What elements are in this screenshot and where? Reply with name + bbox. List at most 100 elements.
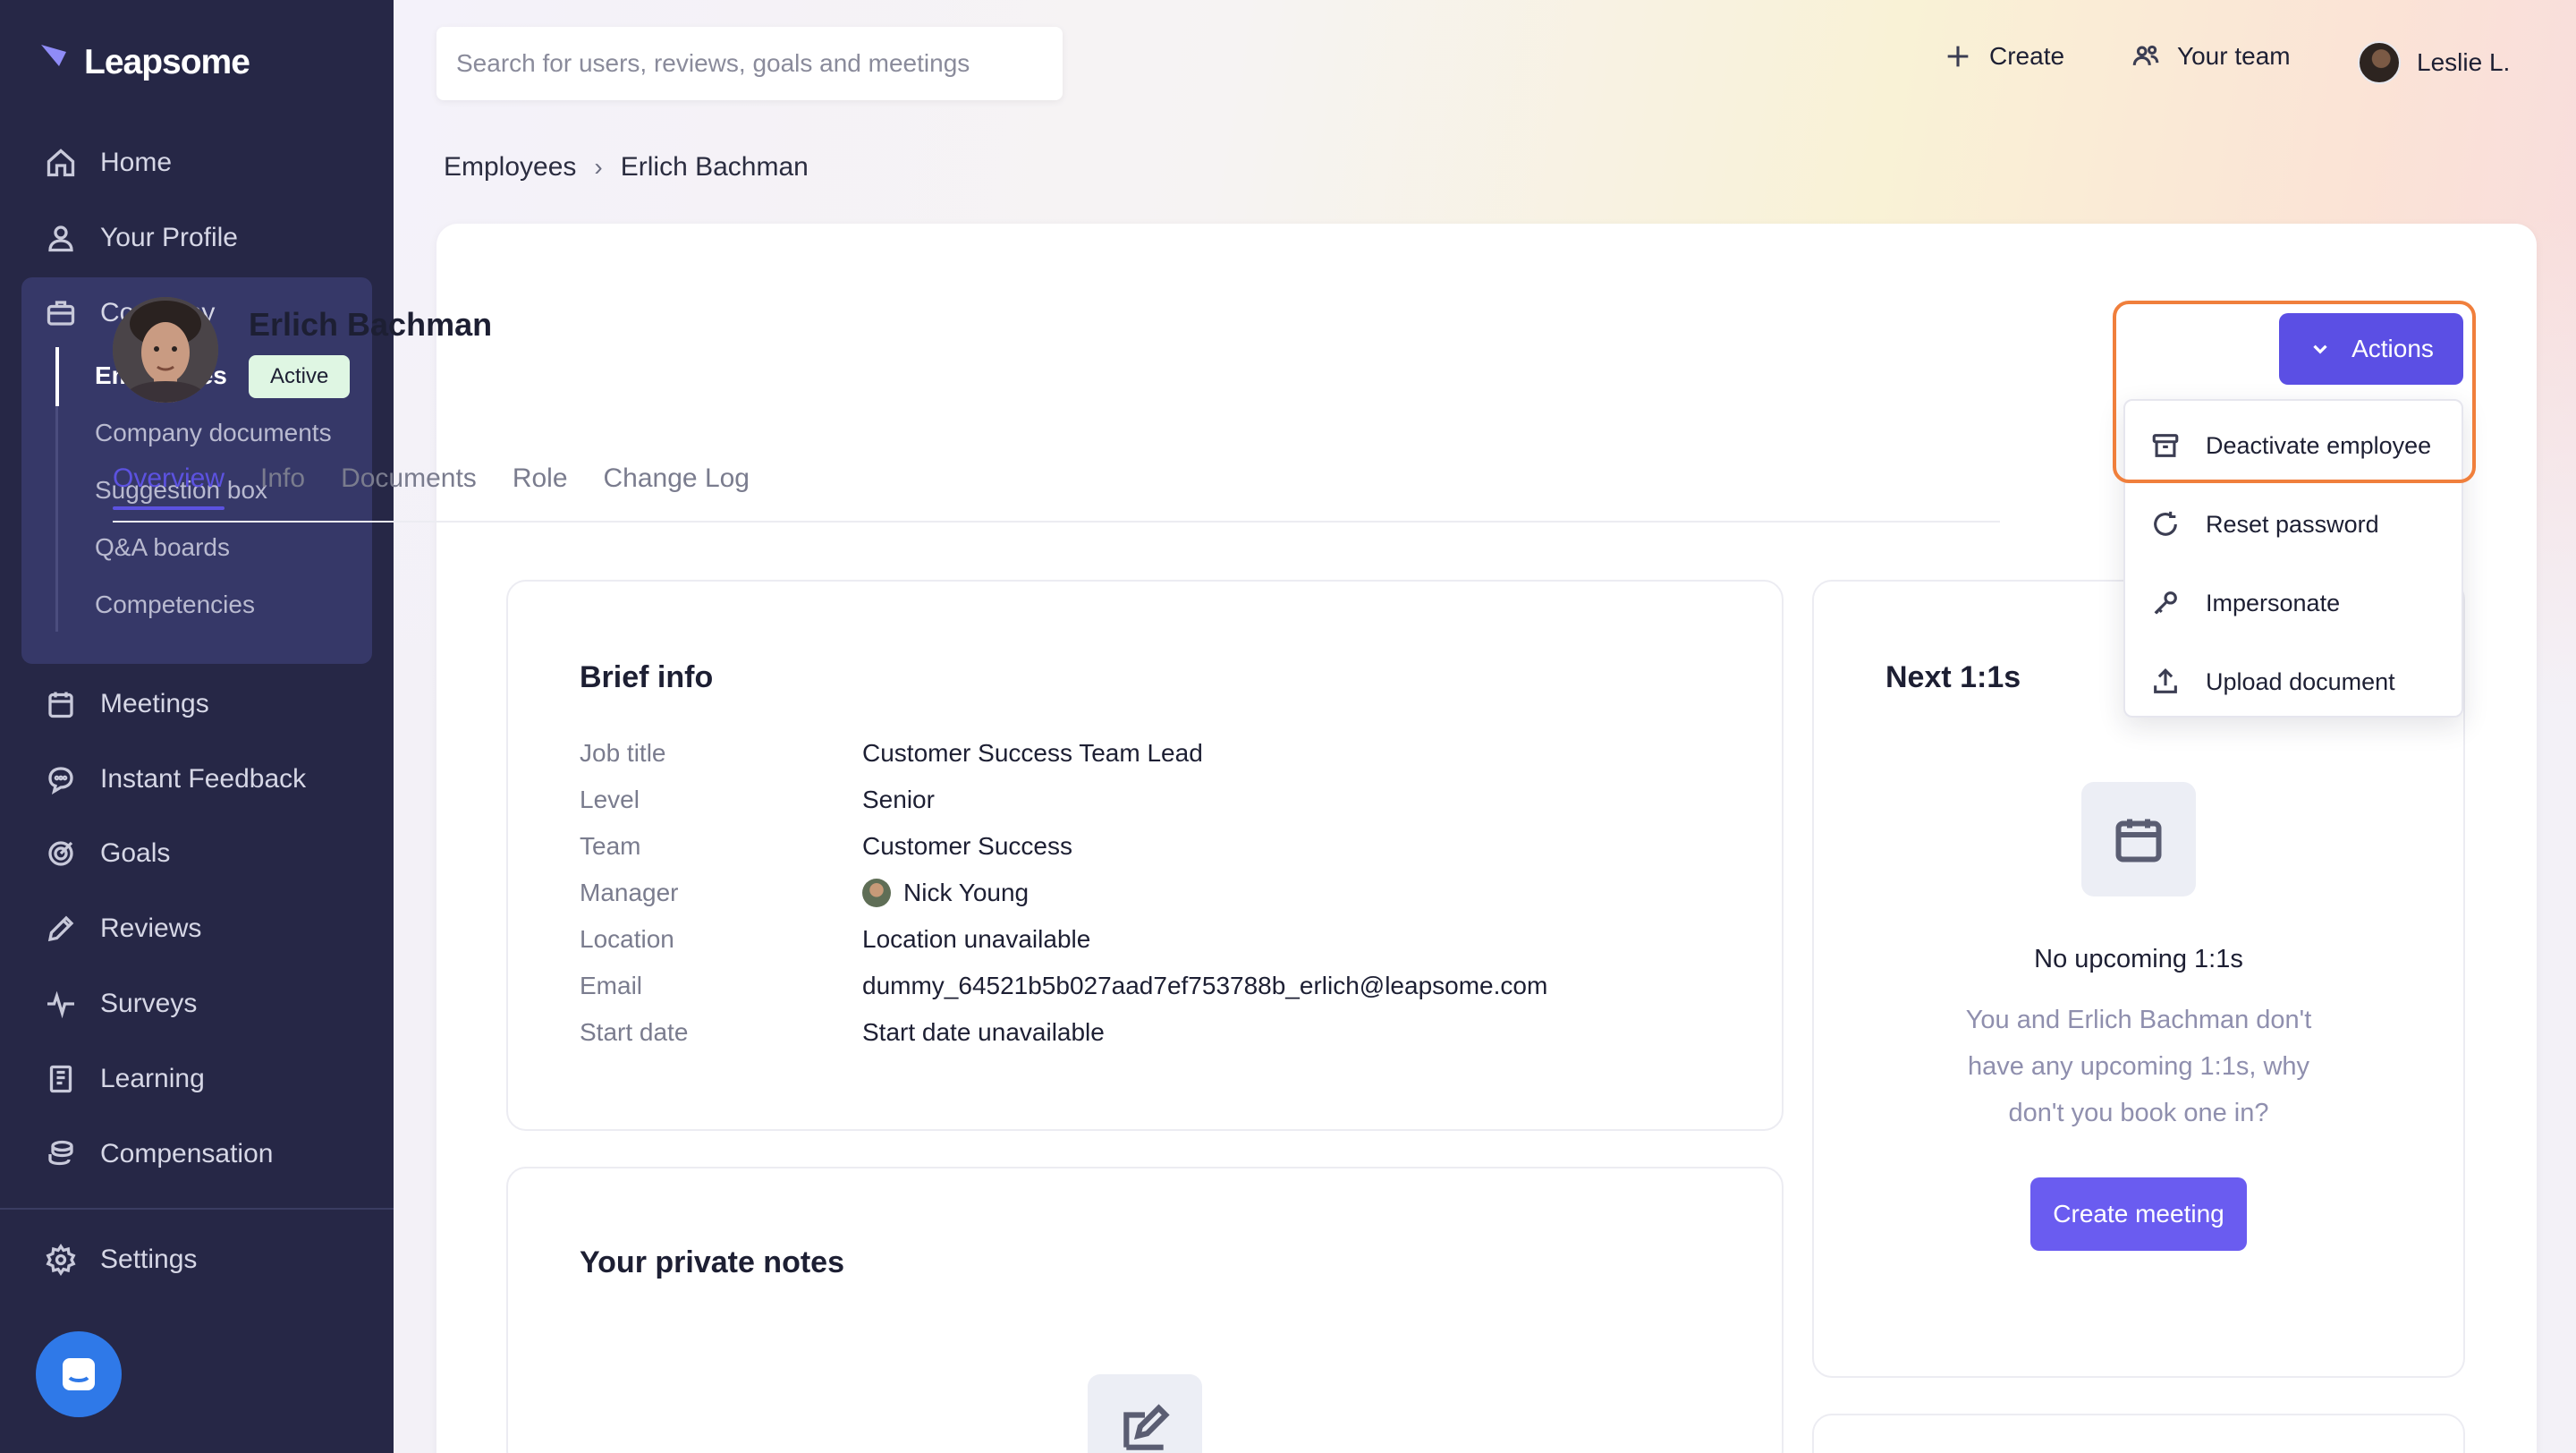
sidebar-item-settings[interactable]: Settings bbox=[45, 1237, 197, 1282]
brief-info-panel: Brief info Job title Customer Success Te… bbox=[506, 580, 1784, 1131]
sidebar-item-meetings[interactable]: Meetings bbox=[45, 682, 209, 726]
sidebar-item-profile[interactable]: Your Profile bbox=[45, 216, 238, 260]
pulse-icon bbox=[47, 990, 74, 1019]
breadcrumb-employees-link[interactable]: Employees bbox=[444, 152, 576, 183]
submenu-active-indicator bbox=[55, 347, 59, 406]
profile-photo bbox=[113, 297, 218, 403]
private-notes-title: Your private notes bbox=[580, 1245, 844, 1279]
sidebar-item-reviews[interactable]: Reviews bbox=[45, 906, 201, 951]
notes-edit-button[interactable] bbox=[1088, 1374, 1202, 1453]
empty-state-line: have any upcoming 1:1s, why bbox=[1967, 1052, 2310, 1081]
empty-state-line: You and Erlich Bachman don't bbox=[1965, 1006, 2312, 1034]
sidebar-item-learning[interactable]: Learning bbox=[45, 1057, 205, 1101]
empty-state-text: You and Erlich Bachman don't have any up… bbox=[1814, 997, 2463, 1136]
create-label: Create bbox=[1989, 42, 2065, 70]
app-name: Leapsome bbox=[84, 43, 250, 81]
info-row-manager: Manager Nick Young bbox=[580, 879, 1029, 907]
user-icon bbox=[48, 225, 73, 252]
search-input[interactable] bbox=[456, 49, 1043, 78]
sidebar-item-goals[interactable]: Goals bbox=[45, 831, 170, 876]
sidebar-item-instant-feedback[interactable]: Instant Feedback bbox=[45, 757, 306, 802]
status-badge: Active bbox=[249, 355, 351, 398]
empty-state-title: No upcoming 1:1s bbox=[2034, 945, 2243, 973]
secondary-panel bbox=[1812, 1414, 2465, 1453]
empty-state-line: don't you book one in? bbox=[2008, 1099, 2269, 1127]
sidebar-item-label: Compensation bbox=[100, 1139, 274, 1168]
next-one-on-ones-title: Next 1:1s bbox=[1885, 660, 2021, 694]
tabs-divider bbox=[113, 521, 2000, 523]
tab-documents[interactable]: Documents bbox=[341, 463, 477, 510]
sidebar-item-label: Home bbox=[100, 148, 173, 177]
your-team-button[interactable]: Your team bbox=[2131, 41, 2291, 72]
info-value: dummy_64521b5b027aad7ef753788b_erlich@le… bbox=[862, 972, 1548, 999]
empty-state-illustration bbox=[2081, 782, 2196, 896]
info-value: Senior bbox=[862, 786, 935, 813]
menu-item-upload-document[interactable]: Upload document bbox=[2125, 642, 2462, 721]
sidebar-item-label: Meetings bbox=[100, 689, 209, 718]
user-name: Leslie L. bbox=[2417, 48, 2511, 76]
gear-icon bbox=[46, 1244, 76, 1276]
refresh-icon bbox=[2154, 511, 2177, 536]
info-label: Start date bbox=[580, 1018, 689, 1046]
info-value: Start date unavailable bbox=[862, 1018, 1105, 1046]
info-label: Team bbox=[580, 832, 641, 860]
sidebar-item-label: Reviews bbox=[100, 913, 202, 943]
menu-item-label: Impersonate bbox=[2206, 589, 2341, 616]
coins-icon bbox=[48, 1140, 73, 1166]
tab-change-log[interactable]: Change Log bbox=[604, 463, 750, 510]
tab-role[interactable]: Role bbox=[513, 463, 568, 510]
info-value: Customer Success Team Lead bbox=[862, 739, 1203, 767]
info-value: Location unavailable bbox=[862, 925, 1091, 953]
info-row-job-title: Job title Customer Success Team Lead bbox=[580, 739, 1203, 768]
breadcrumb-current: Erlich Bachman bbox=[620, 152, 809, 182]
sidebar-item-label: Learning bbox=[100, 1064, 205, 1093]
brief-info-title: Brief info bbox=[580, 660, 714, 694]
chevron-right-icon: › bbox=[594, 153, 603, 181]
avatar bbox=[2358, 41, 2401, 84]
your-team-label: Your team bbox=[2177, 42, 2291, 70]
leapsome-logo-icon bbox=[41, 45, 66, 81]
key-icon bbox=[2154, 591, 2177, 615]
employee-name: Erlich Bachman bbox=[249, 306, 493, 343]
sidebar-item-surveys[interactable]: Surveys bbox=[45, 981, 197, 1026]
team-icon bbox=[2132, 45, 2159, 66]
briefcase-icon bbox=[47, 301, 75, 326]
create-button[interactable]: Create bbox=[1943, 41, 2064, 72]
profile-tabs: Overview Info Documents Role Change Log bbox=[113, 463, 750, 510]
sidebar-subitem-qa-boards[interactable]: Q&A boards bbox=[95, 533, 230, 562]
create-meeting-button[interactable]: Create meeting bbox=[2030, 1177, 2247, 1251]
user-menu[interactable]: Leslie L. bbox=[2358, 41, 2510, 84]
sidebar-item-label: Instant Feedback bbox=[100, 764, 307, 794]
tab-info[interactable]: Info bbox=[260, 463, 305, 510]
home-icon bbox=[47, 149, 75, 177]
menu-item-label: Upload document bbox=[2206, 667, 2395, 695]
edit-icon bbox=[1123, 1404, 1170, 1450]
info-row-level: Level Senior bbox=[580, 786, 935, 814]
global-search[interactable] bbox=[436, 27, 1063, 100]
sidebar-item-label: Goals bbox=[100, 838, 171, 868]
menu-item-impersonate[interactable]: Impersonate bbox=[2125, 564, 2462, 642]
menu-item-reset-password[interactable]: Reset password bbox=[2125, 485, 2462, 564]
highlight-outline bbox=[2113, 301, 2476, 483]
chat-bubble-icon bbox=[48, 767, 73, 794]
manager-value[interactable]: Nick Young bbox=[862, 879, 1029, 907]
logo[interactable]: Leapsome bbox=[39, 43, 250, 82]
profile-avatar bbox=[113, 297, 218, 403]
sidebar-item-home[interactable]: Home bbox=[45, 140, 172, 185]
sidebar-divider bbox=[0, 1208, 394, 1210]
sidebar-subitem-competencies[interactable]: Competencies bbox=[95, 591, 255, 619]
info-row-email: Email dummy_64521b5b027aad7ef753788b_erl… bbox=[580, 972, 1547, 1000]
avatar bbox=[862, 879, 891, 907]
info-row-location: Location Location unavailable bbox=[580, 925, 1090, 954]
sidebar-item-label: Settings bbox=[100, 1245, 198, 1274]
tab-overview[interactable]: Overview bbox=[113, 463, 225, 510]
info-label: Email bbox=[580, 972, 643, 999]
support-chat-button[interactable] bbox=[36, 1331, 122, 1417]
sidebar-subitem-company-documents[interactable]: Company documents bbox=[95, 419, 332, 447]
sidebar-item-compensation[interactable]: Compensation bbox=[45, 1132, 273, 1177]
sidebar-item-label: Your Profile bbox=[100, 223, 238, 252]
info-label: Location bbox=[580, 925, 674, 953]
info-row-start-date: Start date Start date unavailable bbox=[580, 1018, 1105, 1047]
info-label: Manager bbox=[580, 879, 679, 906]
breadcrumb: Employees › Erlich Bachman bbox=[444, 152, 809, 183]
